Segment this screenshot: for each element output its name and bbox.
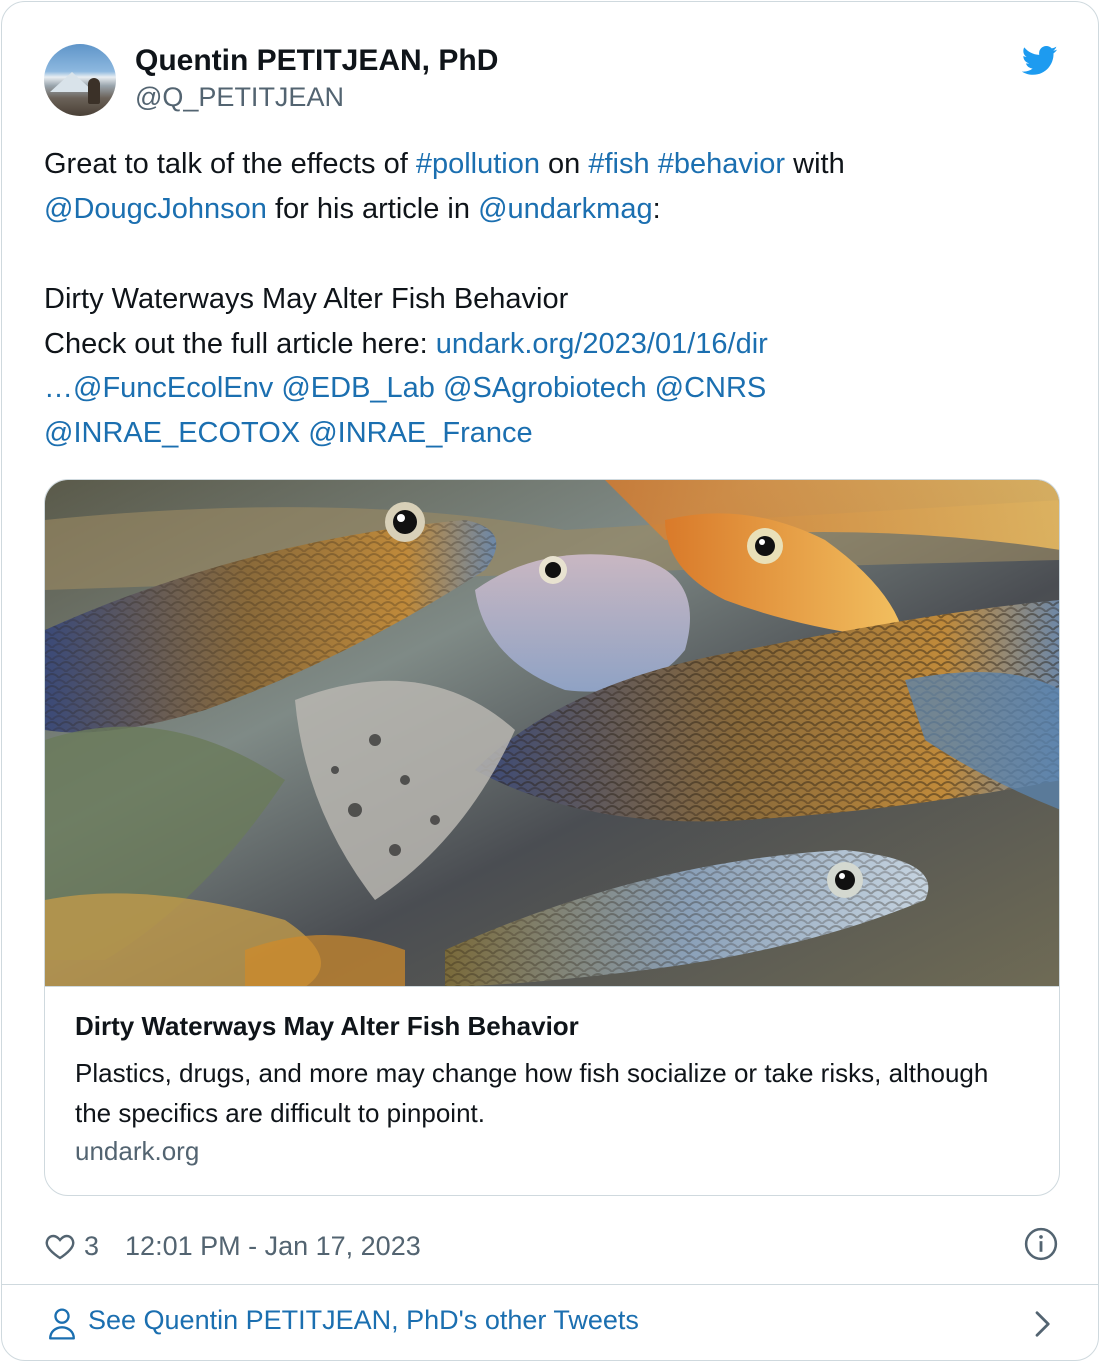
author-name[interactable]: Quentin PETITJEAN, PhD (135, 44, 498, 78)
link-preview-card[interactable]: Dirty Waterways May Alter Fish Behavior … (44, 479, 1060, 1196)
mention-cnrs[interactable]: @CNRS (655, 372, 767, 404)
tweet-text: Great to talk of the effects of #polluti… (44, 142, 1060, 455)
card-title: Dirty Waterways May Alter Fish Behavior (75, 1011, 579, 1041)
tweet-text-span: : (652, 192, 661, 225)
tweet-line: Great to talk of the effects of #polluti… (44, 142, 1060, 187)
card-description: Plastics, drugs, and more may change how… (75, 1058, 989, 1128)
tweet-line: @INRAE_ECOTOX @INRAE_France (44, 411, 1060, 456)
hashtag-pollution[interactable]: #pollution (416, 148, 540, 180)
tweet-text-span: on (540, 148, 589, 180)
info-icon[interactable] (1024, 1227, 1058, 1261)
mention-undarkmag[interactable]: @undarkmag (478, 193, 653, 225)
tweet-text-span: with (785, 148, 845, 180)
fish-photo-image (45, 480, 1059, 986)
tweet-line: …@FuncEcolEnv @EDB_Lab @SAgrobiotech @CN… (44, 366, 1060, 411)
tweet-line: @DougcJohnson for his article in @undark… (44, 187, 1060, 232)
twitter-bird-icon[interactable] (1022, 46, 1058, 76)
see-other-tweets-label: See Quentin PETITJEAN, PhD's other Tweet… (88, 1305, 639, 1335)
mention-funcecolenv[interactable]: …@FuncEcolEnv (44, 372, 273, 404)
timestamp-link[interactable]: 12:01 PM - Jan 17, 2023 (125, 1231, 421, 1262)
tweet-embed-card: Quentin PETITJEAN, PhD @Q_PETITJEAN Grea… (1, 1, 1099, 1361)
tweet-text-span (650, 148, 658, 180)
tweet-text-span: Great to talk of the effects of (44, 148, 416, 180)
heart-icon[interactable] (44, 1230, 76, 1262)
card-image[interactable] (45, 480, 1059, 987)
tweet-text-span: for his article in (266, 192, 479, 225)
chevron-right-icon (1035, 1311, 1050, 1337)
hashtag-fish[interactable]: #fish (588, 148, 649, 180)
card-domain: undark.org (75, 1136, 200, 1166)
mention-edb-lab[interactable]: @EDB_Lab (281, 372, 435, 404)
like-count: 3 (84, 1230, 100, 1261)
tweet-line: Check out the full article here: undark.… (44, 322, 1060, 367)
hashtag-behavior[interactable]: #behavior (658, 148, 785, 180)
person-icon (49, 1308, 75, 1340)
avatar-person (88, 78, 100, 104)
author-handle[interactable]: @Q_PETITJEAN (135, 82, 344, 113)
avatar[interactable] (44, 44, 116, 116)
mention-sagrobiotech[interactable]: @SAgrobiotech (443, 372, 647, 404)
tweet-text-span: Check out the full article here: (44, 327, 436, 360)
see-other-tweets-link[interactable]: See Quentin PETITJEAN, PhD's other Tweet… (2, 1285, 1098, 1360)
mention-inrae-france[interactable]: @INRAE_France (308, 417, 532, 449)
tweet-actions: 3 12:01 PM - Jan 17, 2023 (44, 1226, 421, 1266)
article-url-link[interactable]: undark.org/2023/01/16/dir (436, 328, 768, 360)
tweet-line: Dirty Waterways May Alter Fish Behavior (44, 283, 569, 315)
mention-inrae-ecotox[interactable]: @INRAE_ECOTOX (44, 417, 300, 449)
mention-dougcjohnson[interactable]: @DougcJohnson (44, 193, 267, 225)
